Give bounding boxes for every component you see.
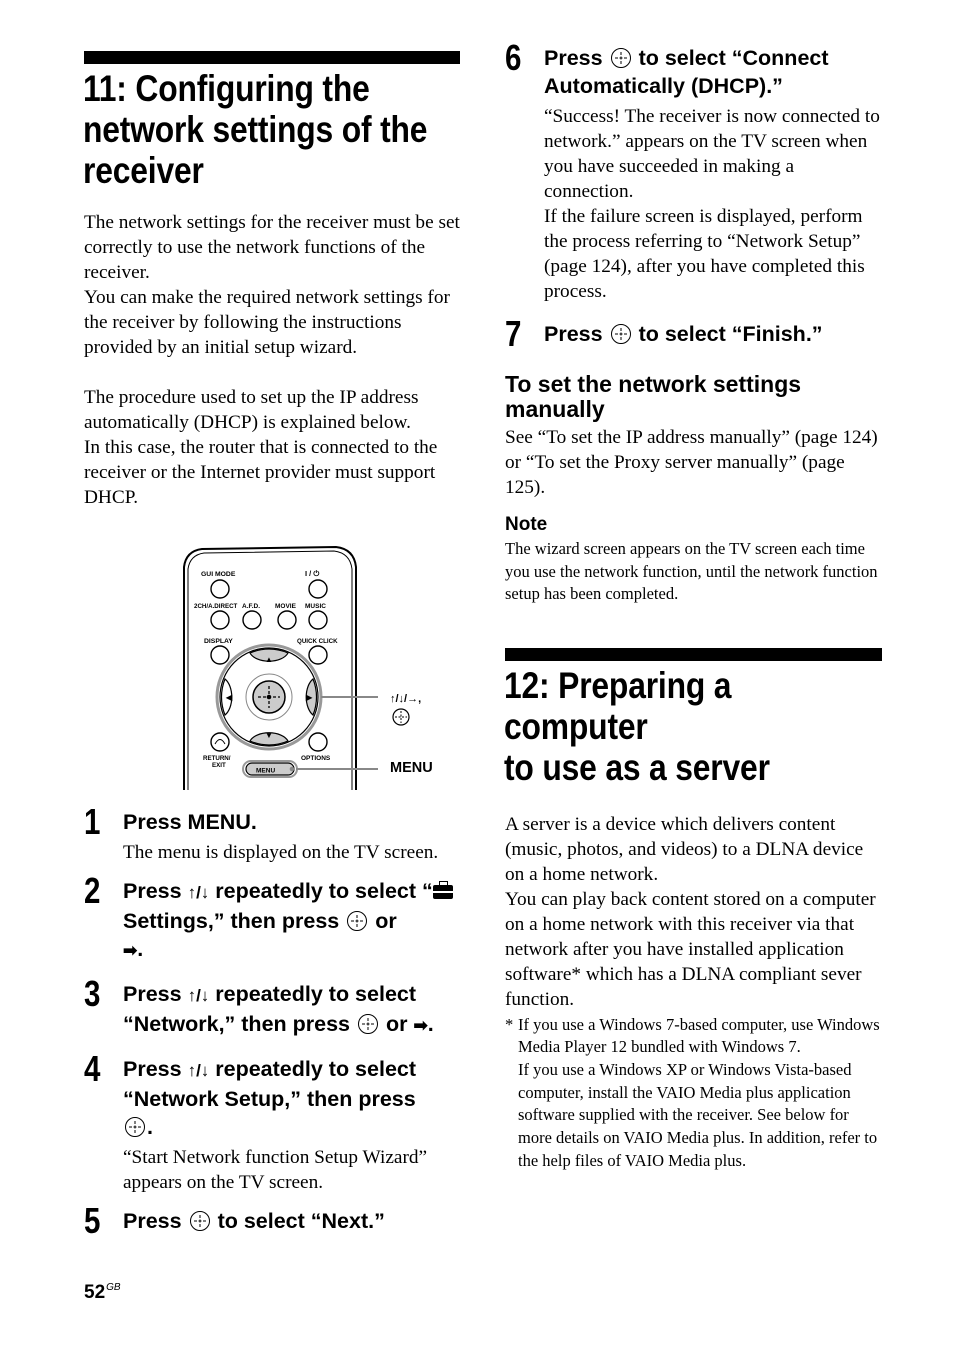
up-down-arrow-icon: ↑/↓	[187, 883, 210, 902]
note-heading: Note	[505, 514, 548, 535]
title-line: to use as a server	[504, 746, 770, 788]
return-label: RETURN/	[203, 755, 231, 762]
server-paragraph: You can play back content stored on a co…	[505, 888, 876, 1010]
step-2: 2 Press ↑/↓ repeatedly to select “Settin…	[84, 871, 462, 965]
title-line: 12: Preparing a computer	[504, 664, 732, 747]
movie-label: MOVIE	[275, 603, 297, 610]
server-paragraph: A server is a device which delivers cont…	[505, 813, 864, 885]
exit-label: EXIT	[212, 762, 226, 769]
options-label: OPTIONS	[301, 755, 331, 762]
right-column: 6 Press to select “Connect Automatically…	[504, 30, 882, 1173]
step-description: The menu is displayed on the TV screen.	[123, 842, 439, 863]
movie-button[interactable]	[277, 610, 297, 630]
step-description: If the failure screen is displayed, perf…	[544, 206, 865, 302]
settings-toolbox-icon	[432, 881, 453, 899]
step-number: 2	[84, 870, 101, 911]
step-heading: Press MENU.	[123, 810, 257, 834]
enter-icon	[357, 1014, 378, 1034]
note-text: The wizard screen appears on the TV scre…	[505, 539, 878, 603]
footnote-continued: If you use a Windows XP or Windows Vista…	[518, 1059, 878, 1170]
steps-1-5: 1 Press MENU. The menu is displayed on t…	[84, 802, 462, 1241]
2ch-label: 2CH/A.DIRECT	[194, 603, 238, 610]
procedure-paragraph: The procedure used to set up the IP addr…	[84, 387, 419, 433]
step-description: “Success! The receiver is now connected …	[544, 106, 880, 202]
display-button[interactable]	[210, 645, 230, 665]
menu-callout-label: MENU	[390, 760, 433, 776]
right-arrow-icon: ➡	[123, 941, 138, 960]
step-heading: Press to select “Finish.”	[544, 322, 823, 346]
menu-button-label: MENU	[256, 768, 275, 775]
svg-text:◀: ◀	[225, 693, 233, 702]
right-arrow-icon: ➡	[413, 1016, 428, 1035]
section-11-title: 11: Configuring the network settings of …	[83, 68, 458, 191]
quick-click-button[interactable]	[308, 645, 328, 665]
step-number: 3	[84, 973, 101, 1014]
gui-mode-button[interactable]	[210, 579, 230, 599]
up-down-arrow-icon: ↑/↓	[187, 986, 210, 1005]
section-12-title: 12: Preparing a computer to use as a ser…	[504, 665, 880, 788]
svg-text:▲: ▲	[265, 655, 273, 664]
quick-click-label: QUICK CLICK	[297, 638, 338, 645]
intro-paragraph: The network settings for the receiver mu…	[84, 212, 460, 283]
step-heading: Press ↑/↓ repeatedly to select “Network,…	[123, 982, 434, 1036]
step-heading: Press ↑/↓ repeatedly to select “Network …	[123, 1057, 417, 1139]
options-button[interactable]	[308, 732, 328, 752]
remote-control-illustration: GUI MODE I / ⏻ 2CH/A.DIRECT A.F.D. MOVIE…	[180, 545, 450, 790]
arrows-callout-label: ↑/↓/→,	[390, 693, 421, 705]
up-down-arrow-icon: ↑/↓	[187, 1061, 210, 1080]
step-1: 1 Press MENU. The menu is displayed on t…	[84, 802, 462, 865]
music-button[interactable]	[308, 610, 328, 630]
procedure-paragraph: In this case, the router that is connect…	[84, 437, 438, 508]
afd-label: A.F.D.	[242, 603, 260, 610]
display-label: DISPLAY	[204, 638, 233, 645]
step-heading: Press ↑/↓ repeatedly to select “Settings…	[123, 877, 462, 965]
enter-icon	[189, 1211, 210, 1231]
enter-icon	[125, 1117, 145, 1137]
power-label: I / ⏻	[305, 569, 320, 578]
step-4: 4 Press ↑/↓ repeatedly to select “Networ…	[84, 1049, 462, 1195]
page-number: 52GB	[84, 1282, 121, 1303]
section-12-body: A server is a device which delivers cont…	[505, 812, 882, 1173]
manual-settings-text: See “To set the IP address manually” (pa…	[505, 427, 878, 498]
section-rule	[84, 51, 460, 64]
intro-paragraph: You can make the required network settin…	[84, 287, 450, 358]
svg-text:▶: ▶	[305, 693, 313, 702]
step-description: “Start Network function Setup Wizard” ap…	[123, 1147, 428, 1193]
step-6: 6 Press to select “Connect Automatically…	[505, 38, 882, 304]
step-3: 3 Press ↑/↓ repeatedly to select “Networ…	[84, 974, 462, 1040]
2ch-button[interactable]	[210, 610, 230, 630]
svg-text:▼: ▼	[265, 731, 273, 740]
music-label: MUSIC	[305, 603, 326, 610]
manual-settings-heading: To set the network settings manually	[505, 371, 802, 422]
step-number: 7	[505, 313, 522, 354]
enter-icon	[347, 911, 368, 931]
afd-button[interactable]	[242, 610, 262, 630]
step-heading: Press to select “Next.”	[123, 1209, 385, 1233]
footnote: * If you use a Windows 7-based computer, …	[505, 1014, 880, 1057]
step-5: 5 Press to select “Next.”	[84, 1201, 462, 1241]
title-line: receiver	[83, 150, 204, 191]
title-line: 11: Configuring the	[83, 68, 370, 109]
step-heading: Press to select “Connect Automatically (…	[544, 46, 829, 98]
gui-mode-label: GUI MODE	[201, 571, 236, 578]
step-number: 6	[505, 37, 522, 78]
title-line: network settings of the	[83, 109, 428, 150]
step-number: 5	[84, 1200, 101, 1241]
step-number: 4	[84, 1048, 101, 1089]
step-number: 1	[84, 801, 101, 842]
left-column: 11: Configuring the network settings of …	[83, 51, 460, 510]
return-button[interactable]	[210, 732, 230, 752]
section-11-intro: The network settings for the receiver mu…	[84, 210, 460, 510]
power-button[interactable]	[308, 579, 328, 599]
section-rule	[505, 647, 882, 661]
enter-icon	[610, 48, 631, 68]
step-7: 7 Press to select “Finish.”	[505, 314, 882, 354]
enter-icon	[610, 324, 631, 344]
